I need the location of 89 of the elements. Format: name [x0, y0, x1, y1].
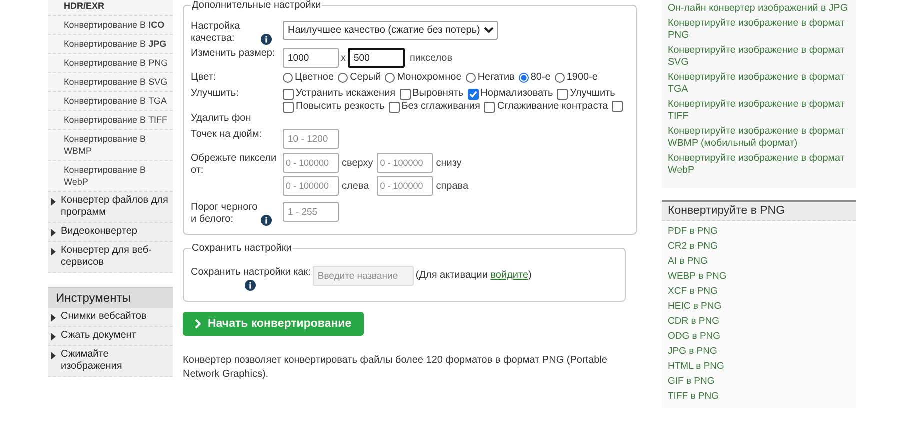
sidebar-item[interactable]: Конвертер для веб-сервисов	[48, 242, 173, 273]
converter-link[interactable]: TIFF в PNG	[668, 391, 850, 403]
color-radio[interactable]: Монохромное	[385, 72, 462, 84]
converter-link[interactable]: AI в PNG	[668, 256, 850, 268]
triangle-icon	[51, 198, 56, 206]
login-note: (Для активации войдите)	[416, 269, 532, 283]
converter-link[interactable]: Конвертируйте изображение в формат WebP	[668, 153, 852, 177]
enhance-checkbox[interactable]: Без сглаживания	[388, 101, 480, 113]
converter-link[interactable]: Конвертируйте изображение в формат SVG	[668, 45, 852, 69]
sidebar-link[interactable]: Конвертирование В ICO	[48, 16, 173, 35]
panel-title: Конвертируйте в PNG	[662, 200, 856, 221]
panel-legend: Дополнительные настройки	[191, 0, 322, 11]
dpi-field[interactable]: 10 - 1200	[283, 129, 339, 149]
enhance-checkbox[interactable]: Сглаживание контраста	[484, 101, 608, 113]
converter-link[interactable]: Конвертируйте изображение в формат WBMP (мобильный формат)	[668, 126, 852, 150]
sidebar-link[interactable]: Конвертирование В PNG	[48, 54, 173, 73]
converter-link[interactable]: ODG в PNG	[668, 331, 850, 343]
sidebar-item[interactable]: Сжать документ	[48, 327, 173, 346]
enhance-checkbox[interactable]: Нормализовать	[468, 88, 554, 100]
triangle-icon	[51, 229, 56, 237]
sidebar-link[interactable]: Конвертирование В SVG	[48, 73, 173, 92]
side-label: сверху	[342, 158, 374, 168]
crop-field[interactable]: 0 - 100000	[377, 176, 434, 196]
field-label: Порог черного и белого:	[191, 202, 259, 226]
sidebar-link[interactable]: Конвертирование В JPG	[48, 35, 173, 54]
login-link[interactable]: войдите	[490, 270, 529, 281]
sidebar-item[interactable]: Конвертер файлов для программ	[48, 192, 173, 223]
field-label: Сохранить настройки как:	[191, 266, 311, 279]
converter-link[interactable]: HEIC в PNG	[668, 301, 850, 313]
checkbox[interactable]	[612, 101, 624, 112]
sidebar-link[interactable]: Конвертирование В TGA	[48, 92, 173, 111]
converter-link[interactable]: PDF в PNG	[668, 226, 850, 238]
converter-link[interactable]: Конвертируйте изображение в формат PNG	[668, 18, 852, 42]
check-icon	[468, 90, 478, 98]
chevron-icon	[195, 319, 201, 329]
side-label: справа	[436, 180, 469, 192]
sidebar-link[interactable]: Конвертирование В WBMP	[48, 130, 173, 161]
panel-legend: Сохранить настройки	[191, 243, 293, 254]
color-radio[interactable]: Серый	[338, 72, 382, 84]
triangle-icon	[51, 333, 56, 341]
enhance-checkbox[interactable]: Устранить искажения	[283, 88, 396, 100]
checkbox-label: Удалить фон	[191, 113, 252, 125]
color-radio[interactable]: Негатив	[466, 72, 515, 84]
converter-link[interactable]: GIF в PNG	[668, 376, 850, 388]
crop-field[interactable]: 0 - 100000	[283, 176, 339, 196]
description-text: Конвертер позволяет конвертировать файлы более 120 форматов в формат PNG (Portable Network Graphics).	[183, 354, 608, 382]
unit-label: пикселов	[410, 52, 453, 64]
triangle-icon	[51, 248, 56, 256]
converter-link[interactable]: HTML в PNG	[668, 361, 850, 373]
sidebar-link[interactable]: HDR/EXR	[48, 0, 173, 16]
height-field[interactable]: 500	[348, 48, 405, 68]
side-label: слева	[342, 180, 370, 192]
info-icon	[245, 280, 256, 291]
triangle-icon	[51, 352, 56, 360]
sidebar-link[interactable]: Конвертирование В TIFF	[48, 111, 173, 130]
crop-field[interactable]: 0 - 100000	[377, 153, 434, 173]
triangle-icon	[51, 314, 56, 322]
sidebar-item[interactable]: Видеоконвертер	[48, 223, 173, 242]
threshold-field[interactable]: 1 - 255	[283, 202, 339, 222]
field-label: Обрежьте пиксели от:	[191, 153, 278, 177]
converter-link[interactable]: Конвертируйте изображение в формат TIFF	[668, 99, 852, 123]
converter-link[interactable]: XCF в PNG	[668, 286, 850, 298]
sidebar-item[interactable]: Снимки вебсайтов	[48, 308, 173, 327]
field-label: Настройка качества:	[191, 21, 242, 45]
enhance-checkbox[interactable]: Повысить резкость	[283, 101, 385, 113]
info-icon	[261, 215, 272, 226]
width-field[interactable]: 1000	[283, 48, 339, 68]
field-label: Изменить размер:	[191, 48, 276, 60]
times-label: x	[341, 52, 346, 64]
converter-link[interactable]: CDR в PNG	[668, 316, 850, 328]
info-icon	[261, 34, 272, 45]
sidebar-item[interactable]: Сжимайте изображения	[48, 346, 173, 377]
converter-link[interactable]: Конвертируйте изображение в формат TGA	[668, 72, 852, 96]
side-label: снизу	[436, 158, 462, 168]
color-radio[interactable]: 1900-е	[554, 72, 598, 84]
field-label: Цвет:	[191, 72, 218, 84]
field-label: Точек на дюйм:	[191, 129, 264, 141]
enhance-checkbox[interactable]: Выровнять	[400, 88, 464, 100]
color-radio[interactable]: Цветное	[283, 72, 334, 84]
section-header: Инструменты	[48, 287, 173, 308]
converter-link[interactable]: WEBP в PNG	[668, 271, 850, 283]
field-label: Улучшить:	[191, 88, 240, 100]
crop-field[interactable]: 0 - 100000	[283, 153, 339, 173]
quality-select[interactable]: Наилучшее качество (сжатие без потерь)	[283, 21, 498, 40]
converter-link[interactable]: Он-лайн конвертер изображений в JPG	[668, 3, 852, 15]
converter-link[interactable]: CR2 в PNG	[668, 241, 850, 253]
converter-link[interactable]: JPG в PNG	[668, 346, 850, 358]
enhance-checkbox[interactable]: Улучшить	[557, 88, 616, 100]
color-radio[interactable]: 80-е	[518, 72, 551, 84]
